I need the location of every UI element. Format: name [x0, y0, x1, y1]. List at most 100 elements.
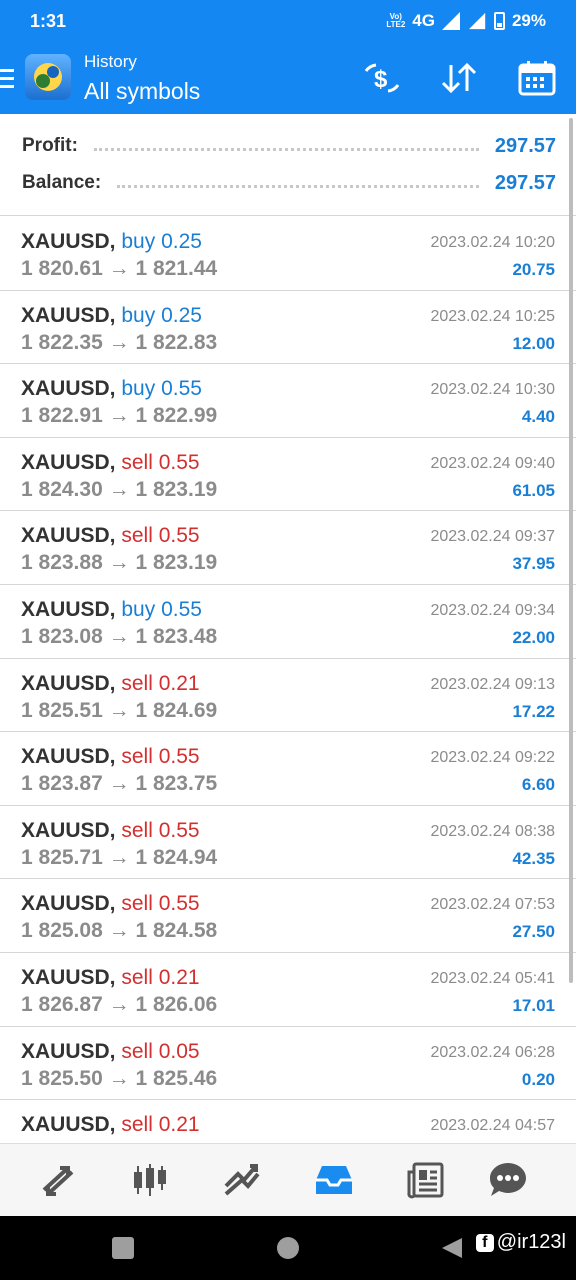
open-price: 1 822.35 — [21, 330, 103, 354]
trade-prices: 1 823.87 → 1 823.75 — [21, 772, 217, 796]
trade-symbol: XAUUSD, sell 0.21 — [21, 672, 200, 696]
dotted-leader — [117, 178, 479, 188]
trade-row[interactable]: XAUUSD, sell 0.05 1 825.50 → 1 825.46 2023… — [0, 1027, 576, 1101]
symbol-name: XAUUSD, — [21, 1039, 116, 1063]
profit-row: Profit: 297.57 — [22, 131, 556, 161]
trade-row[interactable]: XAUUSD, sell 0.21 2023.02.24 04:57 — [0, 1100, 576, 1143]
trade-direction: sell 0.55 — [121, 451, 199, 474]
battery-icon — [493, 12, 505, 30]
trade-datetime: 2023.02.24 07:53 — [430, 896, 555, 914]
trade-profit: 6.60 — [521, 775, 555, 795]
trade-datetime: 2023.02.24 09:13 — [430, 675, 555, 693]
trade-volume: 0.55 — [158, 892, 200, 916]
trade-row[interactable]: XAUUSD, sell 0.55 1 825.71 → 1 824.94 2023… — [0, 806, 576, 880]
trade-profit: 0.20 — [521, 1069, 555, 1089]
home-button[interactable] — [277, 1237, 299, 1259]
open-price: 1 823.08 — [21, 624, 103, 648]
symbol-name: XAUUSD, — [21, 818, 116, 842]
trade-row[interactable]: XAUUSD, buy 0.25 1 820.61 → 1 821.44 2023.… — [0, 217, 576, 291]
recents-button[interactable] — [112, 1237, 134, 1259]
battery-percent: 29% — [511, 11, 546, 30]
symbol-name: XAUUSD, — [21, 965, 116, 989]
trade-direction: sell 0.55 — [121, 745, 199, 768]
trade-row[interactable]: XAUUSD, sell 0.55 1 823.88 → 1 823.19 2023… — [0, 511, 576, 585]
symbol-name: XAUUSD, — [21, 1113, 116, 1137]
close-price: 1 823.19 — [135, 477, 218, 501]
trade-symbol: XAUUSD, buy 0.25 — [21, 304, 202, 328]
trade-prices: 1 826.87 → 1 826.06 — [21, 993, 217, 1017]
trade-row[interactable]: XAUUSD, sell 0.55 1 825.08 → 1 824.58 2023… — [0, 879, 576, 953]
trade-symbol: XAUUSD, sell 0.55 — [21, 892, 200, 916]
arrow-icon: → — [108, 1066, 130, 1090]
trade-profit: 22.00 — [512, 627, 555, 647]
trade-prices: 1 820.61 → 1 821.44 — [21, 257, 217, 281]
trade-volume: 0.21 — [158, 965, 200, 989]
back-button[interactable] — [440, 1236, 464, 1260]
close-price: 1 822.99 — [135, 404, 218, 428]
dotted-leader — [93, 141, 479, 151]
trade-direction: sell 0.05 — [121, 1040, 199, 1063]
trade-volume: 0.25 — [161, 230, 202, 253]
bottom-nav — [0, 1143, 576, 1216]
trade-side: sell — [121, 524, 153, 548]
open-price: 1 825.50 — [21, 1066, 103, 1090]
arrow-icon: → — [108, 919, 130, 943]
sort-icon[interactable] — [437, 56, 481, 100]
scrollbar[interactable] — [569, 118, 573, 983]
quotes-icon[interactable] — [36, 1158, 80, 1202]
trade-profit: 20.75 — [512, 260, 555, 279]
history-icon[interactable] — [312, 1158, 356, 1202]
trade-row[interactable]: XAUUSD, sell 0.55 1 823.87 → 1 823.75 2023… — [0, 732, 576, 806]
trade-direction: buy 0.25 — [121, 304, 202, 327]
symbol-name: XAUUSD, — [21, 745, 116, 769]
trade-datetime: 2023.02.24 04:57 — [430, 1117, 555, 1135]
trade-prices: 1 825.71 → 1 824.94 — [21, 846, 217, 870]
menu-icon[interactable] — [0, 69, 14, 91]
trade-row[interactable]: XAUUSD, sell 0.55 1 824.30 → 1 823.19 2023… — [0, 438, 576, 512]
trade-symbol: XAUUSD, buy 0.25 — [21, 230, 202, 254]
calendar-icon[interactable] — [515, 56, 559, 100]
arrow-icon: → — [108, 845, 130, 869]
trade-prices: 1 824.30 → 1 823.19 — [21, 478, 217, 502]
balance-row: Balance: 297.57 — [22, 168, 556, 198]
trade-volume: 0.55 — [158, 745, 200, 769]
trade-symbol: XAUUSD, sell 0.21 — [21, 1113, 200, 1137]
trade-direction: buy 0.55 — [121, 598, 202, 621]
symbol-name: XAUUSD, — [21, 230, 116, 253]
open-price: 1 825.08 — [21, 919, 103, 943]
trade-row[interactable]: XAUUSD, sell 0.21 1 825.51 → 1 824.69 2023… — [0, 659, 576, 733]
watermark: f @ir123l — [475, 1231, 566, 1254]
chart-icon[interactable] — [128, 1158, 172, 1202]
symbol-filter[interactable]: All symbols — [84, 78, 200, 105]
trade-direction: sell 0.21 — [121, 672, 199, 695]
trade-volume: 0.55 — [158, 450, 200, 474]
trade-row[interactable]: XAUUSD, buy 0.25 1 822.35 → 1 822.83 2023.… — [0, 291, 576, 365]
trade-row[interactable]: XAUUSD, buy 0.55 1 822.91 → 1 822.99 2023.… — [0, 364, 576, 438]
trade-side: buy — [121, 230, 156, 253]
close-price: 1 824.58 — [135, 919, 218, 943]
trade-symbol: XAUUSD, sell 0.55 — [21, 451, 200, 475]
symbol-name: XAUUSD, — [21, 450, 116, 474]
close-price: 1 821.44 — [135, 257, 218, 280]
chat-icon[interactable] — [486, 1158, 530, 1202]
trade-datetime: 2023.02.24 09:40 — [430, 454, 555, 472]
volte-icon: Vo) LTE2 — [386, 12, 406, 29]
network-type: 4G — [412, 11, 435, 30]
trade-row[interactable]: XAUUSD, buy 0.55 1 823.08 → 1 823.48 2023.… — [0, 585, 576, 659]
news-icon[interactable] — [404, 1158, 448, 1202]
trade-side: sell — [121, 818, 153, 842]
trade-icon[interactable] — [220, 1158, 264, 1202]
trade-prices: 1 823.08 → 1 823.48 — [21, 625, 217, 649]
open-price: 1 824.30 — [21, 477, 103, 501]
trade-prices: 1 823.88 → 1 823.19 — [21, 551, 217, 575]
arrow-icon: → — [108, 551, 130, 575]
currency-exchange-icon[interactable]: $ — [360, 56, 404, 100]
trade-history-list: XAUUSD, buy 0.25 1 820.61 → 1 821.44 2023.… — [0, 217, 576, 1143]
close-price: 1 822.83 — [135, 330, 218, 354]
trade-volume: 0.55 — [161, 377, 202, 401]
open-price: 1 825.51 — [21, 698, 103, 722]
open-price: 1 822.91 — [21, 404, 103, 428]
trade-profit: 4.40 — [521, 407, 555, 427]
trade-row[interactable]: XAUUSD, sell 0.21 1 826.87 → 1 826.06 2023… — [0, 953, 576, 1027]
trade-side: sell — [121, 1113, 153, 1137]
